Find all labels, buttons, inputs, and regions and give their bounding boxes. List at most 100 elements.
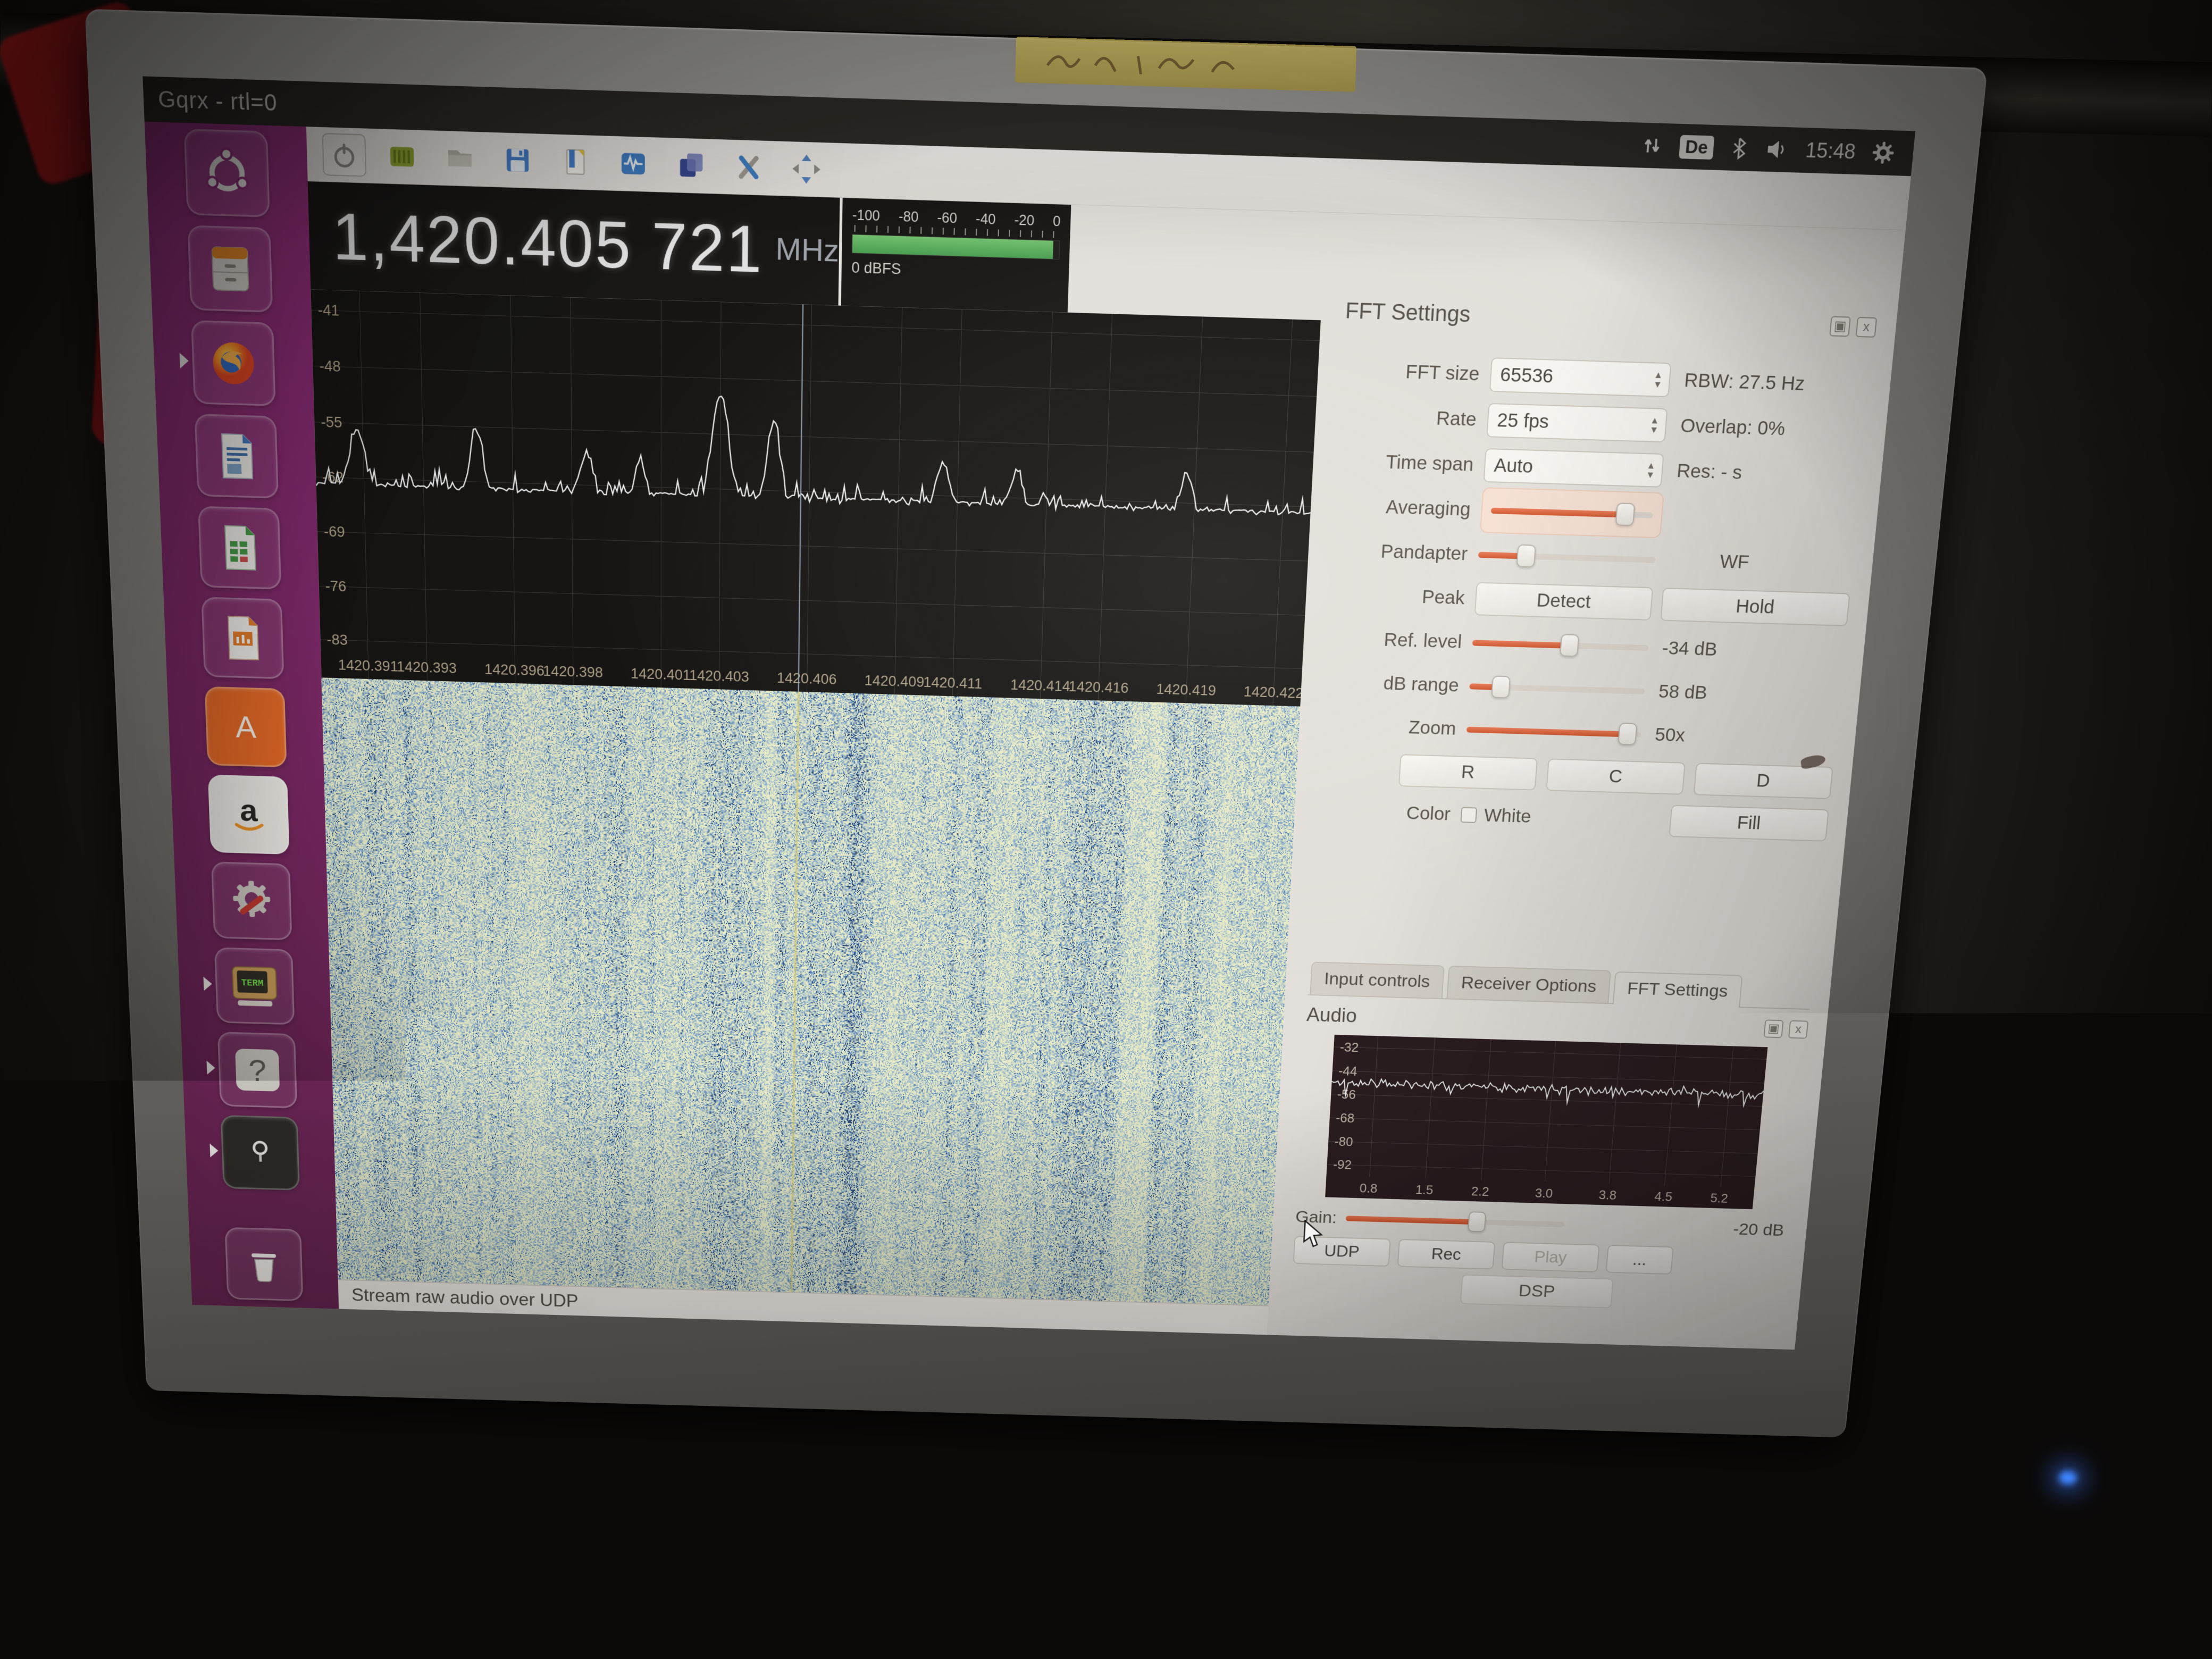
running-indicator	[210, 1144, 218, 1158]
db-range-slider[interactable]	[1469, 670, 1646, 707]
time-span-spinbox[interactable]: Auto ▲▼	[1483, 448, 1664, 488]
averaging-slider[interactable]	[1490, 494, 1654, 532]
tab-fft-settings[interactable]: FFT Settings	[1613, 971, 1743, 1008]
dsp-settings-button[interactable]	[611, 142, 655, 186]
rec-button[interactable]: Rec	[1397, 1239, 1496, 1270]
slider-knob[interactable]	[1516, 544, 1536, 568]
wf-label: WF	[1719, 551, 1750, 573]
meter-tick: 0	[1053, 213, 1061, 230]
bluetooth-icon[interactable]	[1729, 136, 1750, 161]
frequency-value[interactable]: 1,420.405 721	[331, 198, 764, 288]
play-button[interactable]: Play	[1502, 1242, 1600, 1272]
ref-level-row: Ref. level -34 dB	[1326, 621, 1846, 671]
ref-level-label: Ref. level	[1327, 627, 1462, 653]
session-gear-icon[interactable]	[1871, 141, 1896, 165]
spinbox-arrows-icon[interactable]: ▲▼	[1645, 461, 1656, 480]
tab-receiver-options[interactable]: Receiver Options	[1447, 966, 1611, 1003]
center-plot-button[interactable]: C	[1546, 758, 1686, 794]
spectrum-canvas[interactable]	[311, 289, 1320, 706]
firefox-icon	[204, 333, 263, 393]
db-range-value: 58 dB	[1658, 681, 1708, 703]
status-text: Stream raw audio over UDP	[351, 1285, 579, 1311]
iq-tools-button[interactable]	[669, 144, 713, 188]
launcher-item-ubuntu-software[interactable]: A	[205, 686, 287, 768]
open-file-button[interactable]	[438, 137, 482, 181]
gain-slider[interactable]	[1345, 1203, 1566, 1238]
running-indicator	[180, 353, 189, 368]
tools-button[interactable]	[727, 145, 770, 189]
float-panel-icon[interactable]: ▣	[1763, 1019, 1783, 1038]
color-row: Color White Fill	[1317, 793, 1829, 842]
meter-bar	[852, 234, 1060, 259]
slider-knob[interactable]	[1492, 676, 1511, 699]
waterfall-display-icon	[386, 140, 418, 173]
launcher-item-terminal[interactable]: TERM	[214, 947, 295, 1025]
peak-detect-button[interactable]: Detect	[1474, 582, 1654, 621]
rcd-row: R C D	[1319, 751, 1833, 800]
frequency-display[interactable]: 1,420.405 721 MHz	[308, 181, 840, 305]
launcher-item-trash[interactable]	[224, 1227, 303, 1301]
launcher-item-help[interactable]: ?	[217, 1032, 297, 1108]
rate-spinbox[interactable]: 25 fps ▲▼	[1486, 403, 1668, 443]
trash-icon	[238, 1239, 290, 1289]
reset-plot-button[interactable]: R	[1398, 754, 1538, 790]
pandapter-slider[interactable]	[1477, 538, 1657, 576]
spinbox-arrows-icon[interactable]: ▲▼	[1653, 370, 1663, 389]
zoom-slider[interactable]	[1465, 714, 1643, 750]
more-options-button[interactable]: ...	[1606, 1245, 1674, 1275]
launcher-item-files[interactable]	[187, 225, 273, 312]
launcher-item-system-settings[interactable]	[211, 861, 292, 940]
iq-display-button[interactable]	[380, 135, 424, 179]
launcher-item-gqrx[interactable]	[221, 1115, 300, 1191]
software-center-icon: A	[219, 700, 273, 754]
demod-plot-button[interactable]: D	[1694, 763, 1833, 799]
start-stop-dsp-button[interactable]	[322, 133, 367, 177]
fill-button[interactable]: Fill	[1669, 805, 1829, 842]
pandapter-row: Pandapter WF	[1331, 532, 1855, 583]
slider-knob[interactable]	[1468, 1211, 1486, 1232]
question-mark-icon: ?	[231, 1044, 284, 1095]
meter-tick: -20	[1014, 212, 1034, 229]
meter-tick: -40	[976, 211, 996, 228]
writer-document-icon	[208, 428, 265, 484]
peak-hold-button[interactable]: Hold	[1660, 588, 1850, 626]
keyboard-layout-indicator[interactable]: De	[1679, 135, 1714, 159]
time-span-value: Auto	[1493, 455, 1647, 481]
bookmark-icon	[560, 145, 591, 178]
launcher-item-amazon[interactable]: a	[208, 775, 290, 854]
meter-tick: -60	[937, 210, 957, 227]
launcher-item-libreoffice-calc[interactable]	[198, 506, 281, 589]
svg-text:?: ?	[248, 1053, 267, 1088]
fft-settings-panel: FFT Settings ▣ x FFT size	[1267, 213, 1905, 1350]
volume-icon[interactable]	[1765, 138, 1790, 161]
gqrx-tuner-icon	[234, 1128, 287, 1178]
bookmarks-button[interactable]	[554, 140, 597, 184]
slider-knob[interactable]	[1560, 634, 1579, 657]
zoom-row: Zoom 50x	[1321, 708, 1837, 758]
slider-knob[interactable]	[1615, 502, 1636, 526]
close-panel-icon[interactable]: x	[1856, 316, 1878, 337]
launcher-item-libreoffice-writer[interactable]	[195, 414, 279, 499]
tab-input-controls[interactable]: Input controls	[1310, 961, 1445, 998]
float-panel-icon[interactable]: ▣	[1829, 316, 1851, 337]
slider-knob[interactable]	[1618, 723, 1637, 745]
save-button[interactable]	[496, 138, 539, 182]
launcher-item-dash-home[interactable]	[184, 129, 270, 217]
audio-fft-canvas[interactable]	[1325, 1035, 1767, 1209]
fft-size-value: 65536	[1499, 364, 1654, 391]
launcher-item-libreoffice-impress[interactable]	[201, 597, 284, 679]
zoom-value: 50x	[1654, 724, 1686, 746]
clock[interactable]: 15:48	[1805, 138, 1857, 164]
white-checkbox[interactable]	[1460, 807, 1477, 823]
dsp-button[interactable]: DSP	[1460, 1275, 1614, 1309]
fft-size-spinbox[interactable]: 65536 ▲▼	[1489, 357, 1672, 397]
floppy-save-icon	[502, 144, 533, 177]
close-panel-icon[interactable]: x	[1788, 1020, 1808, 1038]
network-arrows-icon[interactable]	[1640, 133, 1664, 157]
spinbox-arrows-icon[interactable]: ▲▼	[1649, 416, 1660, 435]
mouse-cursor	[1301, 1220, 1329, 1250]
ref-level-slider[interactable]	[1471, 626, 1649, 664]
fullscreen-button[interactable]	[784, 147, 828, 191]
launcher-item-firefox[interactable]	[191, 320, 276, 406]
waterfall-canvas[interactable]	[321, 677, 1300, 1305]
